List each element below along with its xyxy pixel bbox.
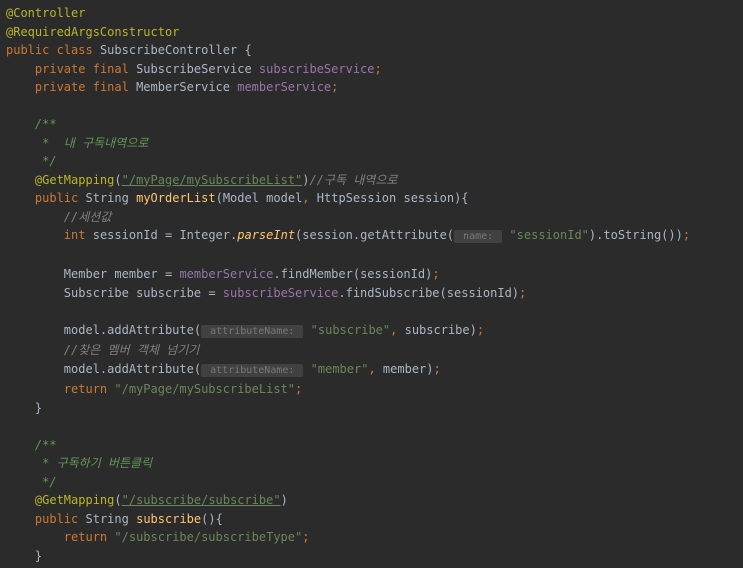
type: String [86,191,129,205]
blank-line [0,302,743,321]
code-line: /** [0,115,743,134]
code-line: public String myOrderList(Model model, H… [0,189,743,208]
field: subscribeService [223,286,339,300]
keyword: final [93,62,129,76]
comment: //구독 내역으로 [309,173,397,187]
doc-comment: /** [35,438,57,452]
field: subscribeService [259,62,375,76]
semicolon: ; [331,80,338,94]
code-line: Member member = memberService.findMember… [0,265,743,284]
annotation: @GetMapping [35,493,114,507]
keyword: private [35,80,86,94]
code-line: int sessionId = Integer.parseInt(session… [0,226,743,247]
semicolon: ; [375,62,382,76]
doc-comment: * 구독하기 버튼클릭 [42,456,152,470]
code-line: private final MemberService memberServic… [0,78,743,97]
keyword: return [64,382,107,396]
string: "sessionId" [509,228,588,242]
keyword: public [35,512,78,526]
annotation: @Controller [6,6,85,20]
code-line: @GetMapping("/subscribe/subscribe") [0,491,743,510]
string: "subscribe" [311,323,390,337]
blank-line [0,97,743,116]
keyword: class [57,43,93,57]
type: MemberService [136,80,230,94]
code-line: public String subscribe(){ [0,510,743,529]
code-line: /** [0,436,743,455]
static-method: parseInt [237,228,295,242]
string-url[interactable]: "/myPage/mySubscribeList" [122,173,303,187]
code-line: model.addAttribute( attributeName: "memb… [0,360,743,381]
keyword: int [64,228,86,242]
code-line: */ [0,473,743,492]
code-line: */ [0,152,743,171]
doc-comment: */ [42,154,56,168]
code-line: Subscribe subscribe = subscribeService.f… [0,284,743,303]
code-line: } [0,547,743,566]
doc-comment: /** [35,117,57,131]
code-line: //찾은 멤버 객체 넘기기 [0,341,743,360]
code-line: } [0,399,743,418]
annotation: @RequiredArgsConstructor [6,25,179,39]
doc-comment: */ [42,475,56,489]
code-line: return "/subscribe/subscribeType"; [0,528,743,547]
type: SubscribeService [136,62,252,76]
keyword: return [64,530,107,544]
annotation: @GetMapping [35,173,114,187]
method-name: myOrderList [136,191,215,205]
field: memberService [179,267,273,281]
doc-comment: * 내 구독내역으로 [42,136,148,150]
comment: //찾은 멤버 객체 넘기기 [64,343,199,357]
code-line: * 내 구독내역으로 [0,134,743,153]
field: memberService [237,80,331,94]
code-line: return "/myPage/mySubscribeList"; [0,380,743,399]
code-line: * 구독하기 버튼클릭 [0,454,743,473]
code-line: @GetMapping("/myPage/mySubscribeList")//… [0,171,743,190]
brace: { [244,43,251,57]
string: "member" [311,362,369,376]
keyword: public [6,43,49,57]
comment: //세션값 [64,210,112,224]
code-line: private final SubscribeService subscribe… [0,60,743,79]
code-line: @RequiredArgsConstructor [0,23,743,42]
code-editor[interactable]: @Controller @RequiredArgsConstructor pub… [0,4,743,565]
keyword: public [35,191,78,205]
string: "/myPage/mySubscribeList" [114,382,295,396]
param-hint: name: [454,230,502,243]
string-url[interactable]: "/subscribe/subscribe" [122,493,281,507]
keyword: final [93,80,129,94]
code-line: @Controller [0,4,743,23]
string: "/subscribe/subscribeType" [114,530,302,544]
code-line: public class SubscribeController { [0,41,743,60]
code-line: model.addAttribute( attributeName: "subs… [0,321,743,342]
param-hint: attributeName: [201,364,303,377]
method-name: subscribe [136,512,201,526]
keyword: private [35,62,86,76]
param-hint: attributeName: [201,325,303,338]
blank-line [0,247,743,266]
code-line: //세션값 [0,208,743,227]
blank-line [0,417,743,436]
class-name: SubscribeController [100,43,237,57]
